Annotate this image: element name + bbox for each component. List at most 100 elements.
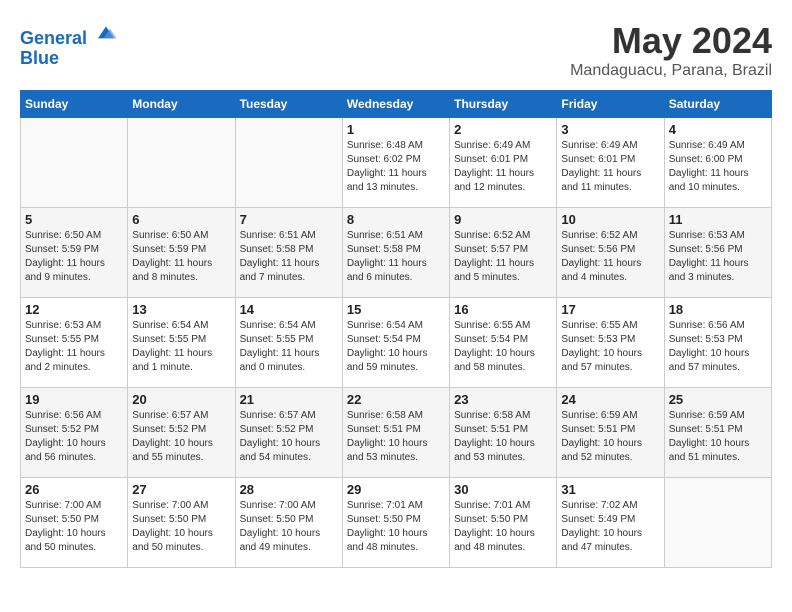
- calendar-cell: 24 Sunrise: 6:59 AMSunset: 5:51 PMDayligh…: [557, 388, 664, 478]
- day-number: 21: [240, 392, 338, 407]
- day-number: 30: [454, 482, 552, 497]
- day-number: 23: [454, 392, 552, 407]
- calendar-cell: 8Sunrise: 6:51 AMSunset: 5:58 PMDaylight…: [342, 208, 449, 298]
- weekday-wednesday: Wednesday: [342, 91, 449, 118]
- logo-blue: Blue: [20, 49, 118, 69]
- calendar-cell: 30Sunrise: 7:01 AMSunset: 5:50 PMDayligh…: [450, 478, 557, 568]
- calendar-cell: 22Sunrise: 6:58 AMSunset: 5:51 PMDayligh…: [342, 388, 449, 478]
- day-info: Sunrise: 6:58 AMSunset: 5:51 PMDaylight:…: [454, 409, 552, 465]
- calendar-body: 1 Sunrise: 6:48 AMSunset: 6:02 PMDaylight…: [21, 118, 772, 568]
- day-number: 13: [132, 302, 230, 317]
- calendar-cell: 26Sunrise: 7:00 AMSunset: 5:50 PMDayligh…: [21, 478, 128, 568]
- day-info: Sunrise: 6:49 AMSunset: 6:00 PMDaylight:…: [669, 139, 767, 195]
- calendar-cell: 15Sunrise: 6:54 AMSunset: 5:54 PMDayligh…: [342, 298, 449, 388]
- day-info: Sunrise: 6:53 AMSunset: 5:55 PMDaylight:…: [25, 319, 123, 375]
- day-info: Sunrise: 7:00 AMSunset: 5:50 PMDaylight:…: [132, 499, 230, 555]
- calendar-cell: 5 Sunrise: 6:50 AMSunset: 5:59 PMDaylight…: [21, 208, 128, 298]
- day-number: 20: [132, 392, 230, 407]
- calendar-header: SundayMondayTuesdayWednesdayThursdayFrid…: [21, 91, 772, 118]
- title-section: May 2024 Mandaguacu, Parana, Brazil: [570, 20, 772, 80]
- day-info: Sunrise: 6:49 AMSunset: 6:01 PMDaylight:…: [454, 139, 552, 195]
- calendar-cell: 9Sunrise: 6:52 AMSunset: 5:57 PMDaylight…: [450, 208, 557, 298]
- calendar-cell: 28 Sunrise: 7:00 AMSunset: 5:50 PMDayligh…: [235, 478, 342, 568]
- day-number: 1: [347, 122, 445, 137]
- calendar-cell: [664, 478, 771, 568]
- page-header: General Blue May 2024 Mandaguacu, Parana…: [20, 20, 772, 80]
- logo-text: General: [20, 20, 118, 49]
- day-info: Sunrise: 6:55 AMSunset: 5:53 PMDaylight:…: [561, 319, 659, 375]
- day-number: 29: [347, 482, 445, 497]
- day-info: Sunrise: 6:57 AMSunset: 5:52 PMDaylight:…: [240, 409, 338, 465]
- day-info: Sunrise: 6:59 AMSunset: 5:51 PMDaylight:…: [561, 409, 659, 465]
- day-number: 19: [25, 392, 123, 407]
- day-number: 22: [347, 392, 445, 407]
- day-number: 17: [561, 302, 659, 317]
- day-info: Sunrise: 7:01 AMSunset: 5:50 PMDaylight:…: [347, 499, 445, 555]
- calendar-cell: 17 Sunrise: 6:55 AMSunset: 5:53 PMDayligh…: [557, 298, 664, 388]
- day-number: 27: [132, 482, 230, 497]
- day-number: 3: [561, 122, 659, 137]
- calendar-cell: 13 Sunrise: 6:54 AMSunset: 5:55 PMDayligh…: [128, 298, 235, 388]
- weekday-thursday: Thursday: [450, 91, 557, 118]
- day-info: Sunrise: 6:54 AMSunset: 5:55 PMDaylight:…: [240, 319, 338, 375]
- calendar-cell: 14 Sunrise: 6:54 AMSunset: 5:55 PMDayligh…: [235, 298, 342, 388]
- day-info: Sunrise: 6:52 AMSunset: 5:56 PMDaylight:…: [561, 229, 659, 285]
- day-number: 6: [132, 212, 230, 227]
- day-info: Sunrise: 6:48 AMSunset: 6:02 PMDaylight:…: [347, 139, 445, 195]
- calendar-cell: 27 Sunrise: 7:00 AMSunset: 5:50 PMDayligh…: [128, 478, 235, 568]
- week-row-1: 1 Sunrise: 6:48 AMSunset: 6:02 PMDaylight…: [21, 118, 772, 208]
- location-title: Mandaguacu, Parana, Brazil: [570, 62, 772, 80]
- calendar-cell: [128, 118, 235, 208]
- day-info: Sunrise: 6:56 AMSunset: 5:53 PMDaylight:…: [669, 319, 767, 375]
- day-number: 5: [25, 212, 123, 227]
- day-number: 28: [240, 482, 338, 497]
- day-info: Sunrise: 7:00 AMSunset: 5:50 PMDaylight:…: [25, 499, 123, 555]
- day-number: 24: [561, 392, 659, 407]
- calendar-cell: 19Sunrise: 6:56 AMSunset: 5:52 PMDayligh…: [21, 388, 128, 478]
- calendar-cell: 21 Sunrise: 6:57 AMSunset: 5:52 PMDayligh…: [235, 388, 342, 478]
- calendar-cell: 12 Sunrise: 6:53 AMSunset: 5:55 PMDayligh…: [21, 298, 128, 388]
- day-info: Sunrise: 6:51 AMSunset: 5:58 PMDaylight:…: [240, 229, 338, 285]
- calendar-cell: 7 Sunrise: 6:51 AMSunset: 5:58 PMDaylight…: [235, 208, 342, 298]
- day-info: Sunrise: 6:51 AMSunset: 5:58 PMDaylight:…: [347, 229, 445, 285]
- weekday-friday: Friday: [557, 91, 664, 118]
- day-info: Sunrise: 7:02 AMSunset: 5:49 PMDaylight:…: [561, 499, 659, 555]
- day-info: Sunrise: 6:54 AMSunset: 5:55 PMDaylight:…: [132, 319, 230, 375]
- calendar-cell: 18Sunrise: 6:56 AMSunset: 5:53 PMDayligh…: [664, 298, 771, 388]
- week-row-2: 5 Sunrise: 6:50 AMSunset: 5:59 PMDaylight…: [21, 208, 772, 298]
- calendar-cell: 1 Sunrise: 6:48 AMSunset: 6:02 PMDaylight…: [342, 118, 449, 208]
- day-info: Sunrise: 7:00 AMSunset: 5:50 PMDaylight:…: [240, 499, 338, 555]
- calendar-cell: 6 Sunrise: 6:50 AMSunset: 5:59 PMDaylight…: [128, 208, 235, 298]
- calendar-cell: 31Sunrise: 7:02 AMSunset: 5:49 PMDayligh…: [557, 478, 664, 568]
- logo-general: General: [20, 28, 87, 48]
- logo-icon: [94, 20, 118, 44]
- calendar-cell: 16 Sunrise: 6:55 AMSunset: 5:54 PMDayligh…: [450, 298, 557, 388]
- day-info: Sunrise: 6:50 AMSunset: 5:59 PMDaylight:…: [132, 229, 230, 285]
- calendar-cell: 20 Sunrise: 6:57 AMSunset: 5:52 PMDayligh…: [128, 388, 235, 478]
- day-number: 9: [454, 212, 552, 227]
- day-number: 16: [454, 302, 552, 317]
- weekday-saturday: Saturday: [664, 91, 771, 118]
- calendar-cell: 11Sunrise: 6:53 AMSunset: 5:56 PMDayligh…: [664, 208, 771, 298]
- week-row-4: 19Sunrise: 6:56 AMSunset: 5:52 PMDayligh…: [21, 388, 772, 478]
- day-number: 25: [669, 392, 767, 407]
- day-number: 15: [347, 302, 445, 317]
- day-number: 4: [669, 122, 767, 137]
- day-number: 2: [454, 122, 552, 137]
- calendar-cell: 4 Sunrise: 6:49 AMSunset: 6:00 PMDaylight…: [664, 118, 771, 208]
- day-info: Sunrise: 6:57 AMSunset: 5:52 PMDaylight:…: [132, 409, 230, 465]
- day-number: 14: [240, 302, 338, 317]
- week-row-3: 12 Sunrise: 6:53 AMSunset: 5:55 PMDayligh…: [21, 298, 772, 388]
- day-number: 10: [561, 212, 659, 227]
- calendar-cell: 25 Sunrise: 6:59 AMSunset: 5:51 PMDayligh…: [664, 388, 771, 478]
- day-info: Sunrise: 6:55 AMSunset: 5:54 PMDaylight:…: [454, 319, 552, 375]
- calendar-table: SundayMondayTuesdayWednesdayThursdayFrid…: [20, 90, 772, 568]
- day-info: Sunrise: 6:59 AMSunset: 5:51 PMDaylight:…: [669, 409, 767, 465]
- weekday-monday: Monday: [128, 91, 235, 118]
- day-number: 7: [240, 212, 338, 227]
- day-info: Sunrise: 6:50 AMSunset: 5:59 PMDaylight:…: [25, 229, 123, 285]
- day-number: 12: [25, 302, 123, 317]
- calendar-cell: 2 Sunrise: 6:49 AMSunset: 6:01 PMDaylight…: [450, 118, 557, 208]
- calendar-cell: [21, 118, 128, 208]
- calendar-cell: [235, 118, 342, 208]
